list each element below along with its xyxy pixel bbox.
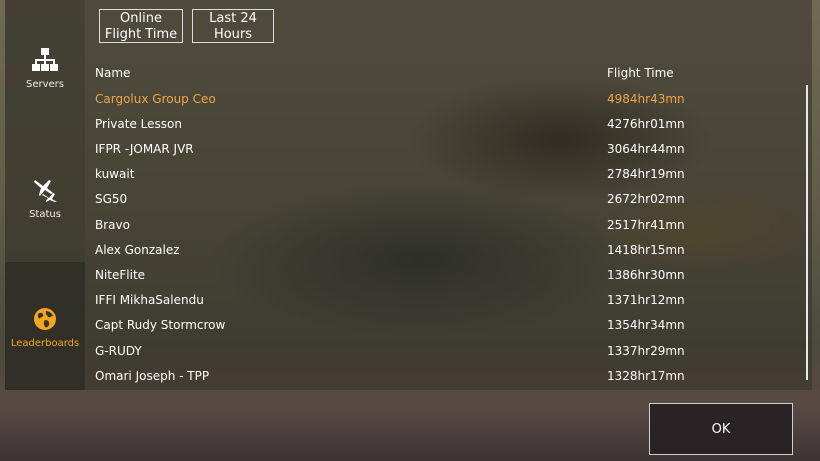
row-flight-time: 1371hr12mn [607, 293, 685, 307]
table-row: Bravo 2517hr41mn [95, 218, 695, 240]
tab-online-flight-time[interactable]: Online Flight Time [99, 9, 183, 43]
tab-last-24-hours[interactable]: Last 24 Hours [192, 9, 274, 43]
table-row: Capt Rudy Stormcrow 1354hr34mn [95, 318, 695, 340]
ok-button[interactable]: OK [649, 403, 793, 455]
row-name: IFPR -JOMAR JVR [95, 142, 194, 156]
tab-label-line1: Online [120, 11, 162, 26]
row-flight-time: 3064hr44mn [607, 142, 685, 156]
table-row: G-RUDY 1337hr29mn [95, 344, 695, 366]
table-row: Omari Joseph - TPP 1328hr17mn [95, 369, 695, 391]
table-row: Private Lesson 4276hr01mn [95, 117, 695, 139]
airplanes-icon [31, 180, 59, 205]
tab-label-line2: Hours [213, 27, 253, 42]
row-flight-time: 4984hr43mn [607, 92, 685, 106]
table-row: NiteFlite 1386hr30mn [95, 268, 695, 290]
sidebar-item-label: Leaderboards [10, 338, 80, 349]
table-row: SG50 2672hr02mn [95, 192, 695, 214]
row-name: SG50 [95, 192, 128, 206]
row-name: kuwait [95, 167, 135, 181]
tab-label-line2: Flight Time [104, 27, 178, 42]
row-flight-time: 2784hr19mn [607, 167, 685, 181]
row-flight-time: 1354hr34mn [607, 318, 685, 332]
tab-label-line1: Last 24 [209, 11, 257, 26]
row-name: Bravo [95, 218, 130, 232]
row-name: G-RUDY [95, 344, 142, 358]
row-flight-time: 2517hr41mn [607, 218, 685, 232]
sidebar-item-label: Status [29, 209, 61, 220]
row-flight-time: 2672hr02mn [607, 192, 685, 206]
sidebar-item-status[interactable]: Status [5, 176, 85, 236]
row-flight-time: 1418hr15mn [607, 243, 685, 257]
row-name: Omari Joseph - TPP [95, 369, 210, 383]
row-name: Capt Rudy Stormcrow [95, 318, 226, 332]
table-row: kuwait 2784hr19mn [95, 167, 695, 189]
row-flight-time: 1337hr29mn [607, 344, 685, 358]
table-row: Alex Gonzalez 1418hr15mn [95, 243, 695, 265]
network-icon [32, 48, 58, 75]
scrollbar[interactable] [806, 85, 808, 380]
row-flight-time: 4276hr01mn [607, 117, 685, 131]
row-name: NiteFlite [95, 268, 146, 282]
globe-icon [5, 307, 85, 334]
table-row: IFFI MikhaSalendu 1371hr12mn [95, 293, 695, 315]
column-header-flight-time: Flight Time [607, 66, 674, 80]
column-header-name: Name [95, 66, 131, 80]
row-name: Private Lesson [95, 117, 182, 131]
table-row: Cargolux Group Ceo 4984hr43mn [95, 92, 695, 114]
row-flight-time: 1328hr17mn [607, 369, 685, 383]
sidebar-item-label: Servers [25, 79, 64, 90]
sidebar-item-leaderboards[interactable]: Leaderboards [5, 262, 85, 390]
row-name: Alex Gonzalez [95, 243, 180, 257]
table-row: IFPR -JOMAR JVR 3064hr44mn [95, 142, 695, 164]
row-name: Cargolux Group Ceo [95, 92, 216, 106]
row-flight-time: 1386hr30mn [607, 268, 685, 282]
row-name: IFFI MikhaSalendu [95, 293, 204, 307]
sidebar-item-servers[interactable]: Servers [5, 48, 85, 108]
